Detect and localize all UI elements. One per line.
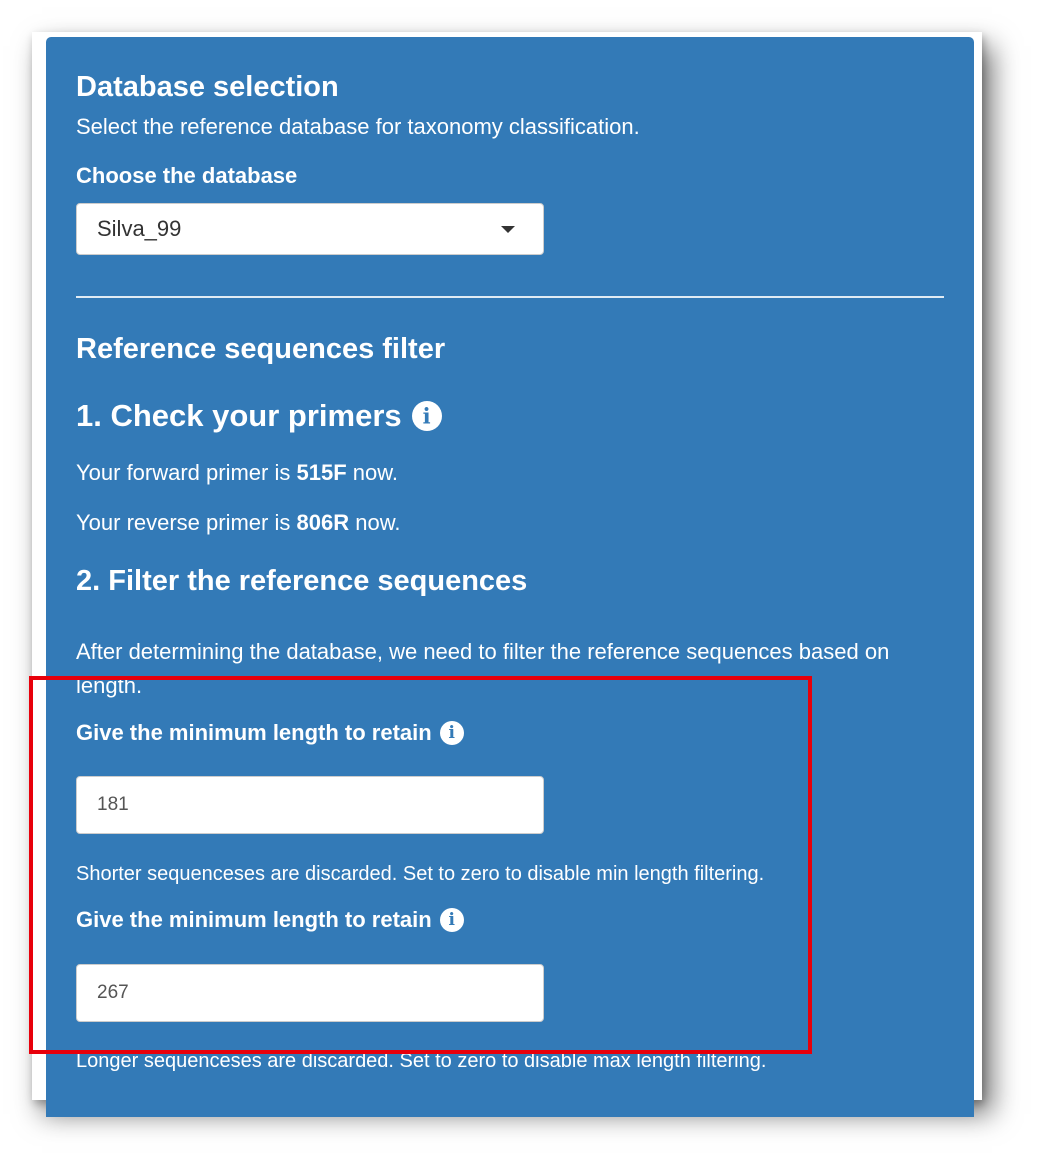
filter-sequences-heading: 2. Filter the reference sequences: [76, 565, 528, 597]
database-select[interactable]: Silva_99: [76, 203, 544, 255]
min-length-input[interactable]: [76, 776, 544, 834]
sidebar-panel: Database selection Select the reference …: [46, 37, 974, 1117]
database-selection-heading: Database selection: [76, 71, 339, 103]
info-icon[interactable]: [411, 401, 442, 431]
forward-primer-value: 515F: [296, 460, 347, 485]
caret-down-icon: [501, 226, 515, 233]
min-length-help: Shorter sequenceses are discarded. Set t…: [76, 863, 765, 885]
forward-primer-suffix: now.: [352, 460, 399, 485]
database-selection-description: Select the reference database for taxono…: [76, 114, 640, 139]
max-length-input[interactable]: [76, 964, 544, 1022]
screenshot-frame: Database selection Select the reference …: [32, 32, 982, 1117]
filter-description: After determining the database, we need …: [76, 639, 890, 698]
check-primers-heading: 1. Check your primers: [76, 398, 442, 434]
reference-filter-heading: Reference sequences filter: [76, 333, 446, 365]
check-primers-heading-text: 1. Check your primers: [76, 398, 402, 433]
min-length-label: Give the minimum length to retain: [76, 720, 464, 746]
forward-primer-prefix: Your forward primer is: [76, 460, 291, 485]
max-length-help: Longer sequenceses are discarded. Set to…: [76, 1050, 767, 1072]
min-length-label-text: Give the minimum length to retain: [76, 720, 432, 745]
info-icon[interactable]: [439, 721, 464, 745]
database-select-label: Choose the database: [76, 163, 298, 188]
reverse-primer-value: 806R: [296, 510, 350, 535]
info-icon[interactable]: [439, 908, 464, 932]
forward-primer-text: Your forward primer is 515F now.: [76, 460, 398, 486]
database-select-value: Silva_99: [97, 216, 182, 241]
reverse-primer-prefix: Your reverse primer is: [76, 510, 291, 535]
section-divider: [76, 296, 944, 298]
reverse-primer-text: Your reverse primer is 806R now.: [76, 510, 400, 536]
max-length-label-text: Give the minimum length to retain: [76, 907, 432, 932]
reverse-primer-suffix: now.: [355, 510, 401, 535]
max-length-label: Give the minimum length to retain: [76, 907, 464, 933]
